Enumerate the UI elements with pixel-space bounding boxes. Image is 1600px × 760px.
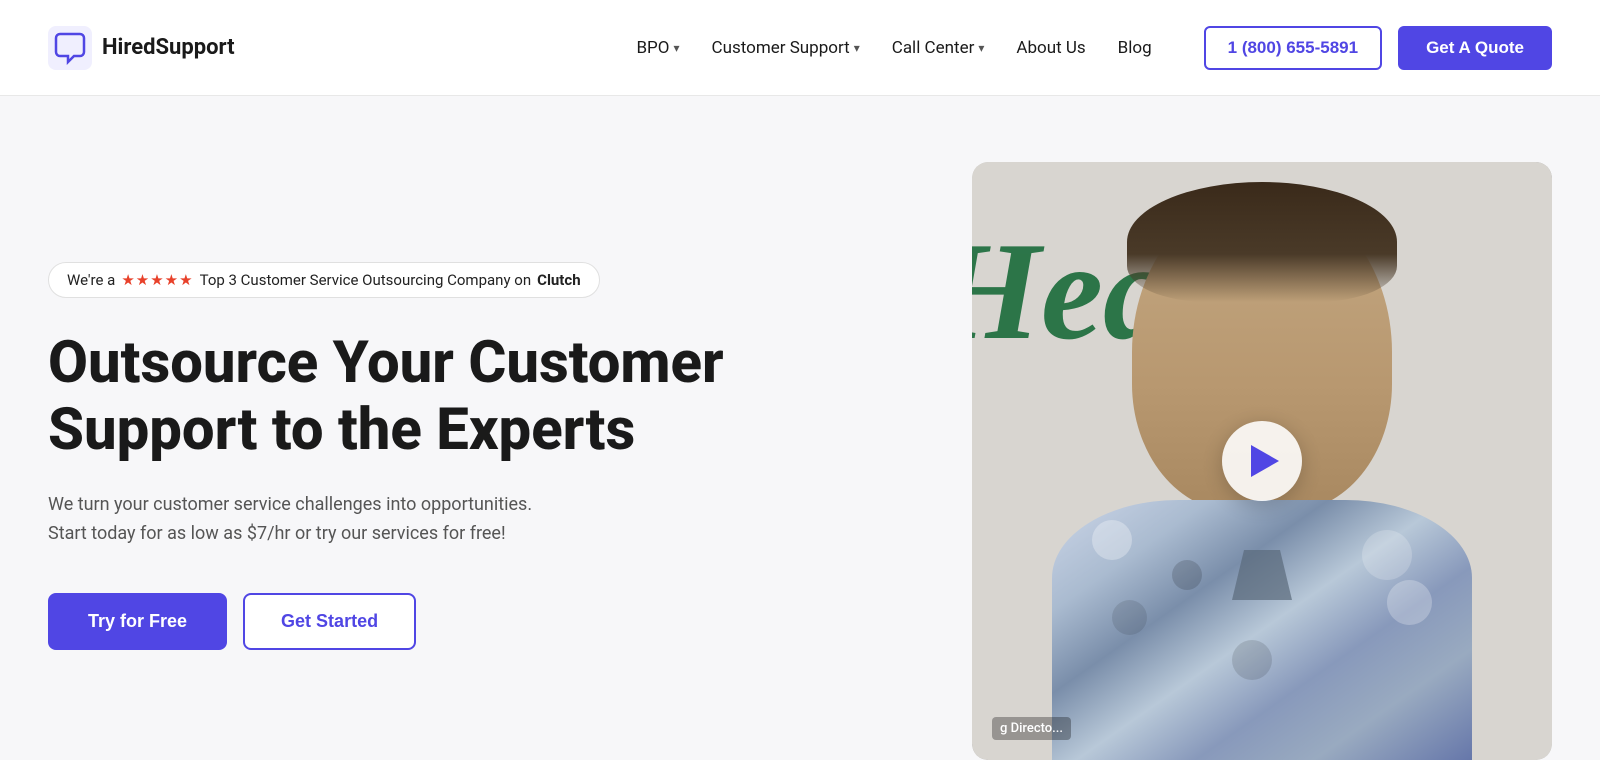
nav-item-bpo[interactable]: BPO ▾ xyxy=(624,30,691,66)
chevron-down-icon: ▾ xyxy=(673,41,679,55)
badge-platform: Clutch xyxy=(537,271,580,289)
rating-badge: We're a ★★★★★ Top 3 Customer Service Out… xyxy=(48,262,600,298)
navbar: HiredSupport BPO ▾ Customer Support ▾ Ca… xyxy=(0,0,1600,96)
hero-video: Health xyxy=(972,162,1552,760)
nav-item-about-us[interactable]: About Us xyxy=(1004,30,1097,66)
get-started-button[interactable]: Get Started xyxy=(243,593,416,650)
hero-cta-buttons: Try for Free Get Started xyxy=(48,593,912,650)
badge-suffix: Top 3 Customer Service Outsourcing Compa… xyxy=(200,271,532,289)
hero-title: Outsource Your Customer Support to the E… xyxy=(48,330,912,463)
try-free-button[interactable]: Try for Free xyxy=(48,593,227,650)
logo-area[interactable]: HiredSupport xyxy=(48,26,235,70)
nav-links: BPO ▾ Customer Support ▾ Call Center ▾ A… xyxy=(624,30,1163,66)
nav-actions: 1 (800) 655-5891 Get A Quote xyxy=(1204,26,1552,70)
hero-content: We're a ★★★★★ Top 3 Customer Service Out… xyxy=(48,152,972,760)
phone-button[interactable]: 1 (800) 655-5891 xyxy=(1204,26,1382,70)
nav-item-customer-support[interactable]: Customer Support ▾ xyxy=(700,30,872,66)
badge-prefix: We're a xyxy=(67,271,115,289)
chevron-down-icon: ▾ xyxy=(978,41,984,55)
nav-item-call-center[interactable]: Call Center ▾ xyxy=(880,30,997,66)
hero-section: We're a ★★★★★ Top 3 Customer Service Out… xyxy=(0,96,1600,760)
logo-icon xyxy=(48,26,92,70)
stars-icon: ★★★★★ xyxy=(121,271,193,289)
hero-description: We turn your customer service challenges… xyxy=(48,491,548,549)
play-button[interactable] xyxy=(1222,421,1302,501)
get-quote-button[interactable]: Get A Quote xyxy=(1398,26,1552,70)
video-thumbnail: Health xyxy=(972,162,1552,760)
nav-item-blog[interactable]: Blog xyxy=(1106,30,1164,66)
video-caption: g Directo... xyxy=(992,717,1071,740)
chevron-down-icon: ▾ xyxy=(854,41,860,55)
brand-name: HiredSupport xyxy=(102,35,235,60)
